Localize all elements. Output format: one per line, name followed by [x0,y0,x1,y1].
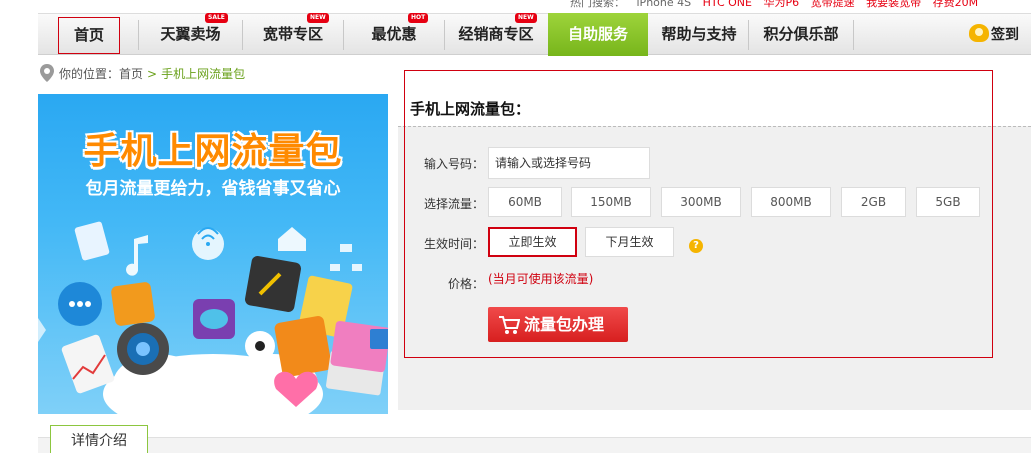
traffic-option-300mb[interactable]: 300MB [661,187,741,217]
new-badge: NEW [515,13,537,23]
checkin-button[interactable]: 签到 [969,24,1019,46]
nav-item-tianyi-store[interactable]: 天翼卖场 SALE [139,13,242,55]
nav-item-home[interactable]: 首页 [58,17,120,54]
nav-item-help[interactable]: 帮助与支持 [650,14,748,55]
breadcrumb-current: 手机上网流量包 [161,67,246,81]
shopping-cart-icon [499,316,520,334]
phone-number-input[interactable]: 请输入或选择号码 [488,147,650,179]
nav-item-label: 宽带专区 [262,25,323,43]
nav-item-points-club[interactable]: 积分俱乐部 [749,14,853,55]
nav-item-label: 积分俱乐部 [763,25,839,43]
tab-bar [38,437,1031,453]
nav-item-label: 自助服务 [567,25,628,43]
main-nav: 首页 天翼卖场 SALE 宽带专区 NEW 最优惠 HOT 经销商专区 NEW … [38,13,1031,56]
breadcrumb-separator: > [147,67,158,81]
hot-keyword[interactable]: HTC ONE [703,0,752,9]
phone-label: 输入号码： [423,157,484,171]
hot-keyword[interactable]: 我要装宽带 [866,0,921,9]
nav-item-label: 经销商专区 [458,25,534,43]
effective-next-month-option[interactable]: 下月生效 [585,227,674,257]
traffic-option-60mb[interactable]: 60MB [488,187,562,217]
traffic-option-800mb[interactable]: 800MB [751,187,831,217]
checkin-icon [969,24,989,42]
breadcrumb-home-link[interactable]: 首页 [119,67,143,81]
checkin-label: 签到 [991,27,1019,43]
help-question-icon[interactable]: ? [689,239,703,253]
price-note: (当月可使用该流量) [488,272,594,286]
hot-keyword[interactable]: 宽带提速 [811,0,855,9]
nav-divider [853,20,854,50]
location-pin-icon [40,64,54,82]
hot-search-label: 热门搜索： [570,0,625,9]
hot-keyword[interactable]: iPhone 4S [637,0,692,9]
nav-item-label: 帮助与支持 [661,25,737,43]
price-label: 价格： [447,277,484,291]
hot-badge: HOT [408,13,429,23]
nav-item-self-service[interactable]: 自助服务 [548,13,648,56]
traffic-label: 选择流量： [423,197,484,211]
breadcrumb-prefix: 你的位置： [59,67,120,81]
submit-order-button[interactable]: 流量包办理 [488,307,628,342]
banner-subtitle: 包月流量更给力，省钱省事又省心 [85,179,341,199]
tab-details[interactable]: 详情介绍 [50,425,148,453]
new-badge: NEW [307,13,329,23]
sale-badge: SALE [205,13,228,23]
hot-keyword[interactable]: 华为P6 [763,0,799,9]
traffic-option-5gb[interactable]: 5GB [916,187,980,217]
promo-banner: 手机上网流量包 包月流量更给力，省钱省事又省心 [38,94,388,414]
banner-title: 手机上网流量包 [83,131,343,172]
submit-order-label: 流量包办理 [524,315,605,334]
effective-immediately-option[interactable]: 立即生效 [488,227,577,257]
hot-keyword[interactable]: 存费20M [933,0,979,9]
nav-item-best-deals[interactable]: 最优惠 HOT [344,13,444,55]
nav-item-label: 首页 [73,26,104,44]
effective-time-label: 生效时间： [423,237,484,251]
banner-prev-arrow[interactable] [38,318,46,342]
nav-item-dealers[interactable]: 经销商专区 NEW [445,13,547,55]
nav-item-label: 最优惠 [371,25,417,43]
breadcrumb: 你的位置：首页 > 手机上网流量包 [40,64,245,84]
nav-item-broadband[interactable]: 宽带专区 NEW [243,13,343,55]
traffic-option-2gb[interactable]: 2GB [841,187,906,217]
hot-search-bar: 热门搜索： iPhone 4S HTC ONE 华为P6 宽带提速 我要装宽带 … [570,0,986,9]
nav-item-label: 天翼卖场 [160,25,221,43]
traffic-option-150mb[interactable]: 150MB [571,187,651,217]
